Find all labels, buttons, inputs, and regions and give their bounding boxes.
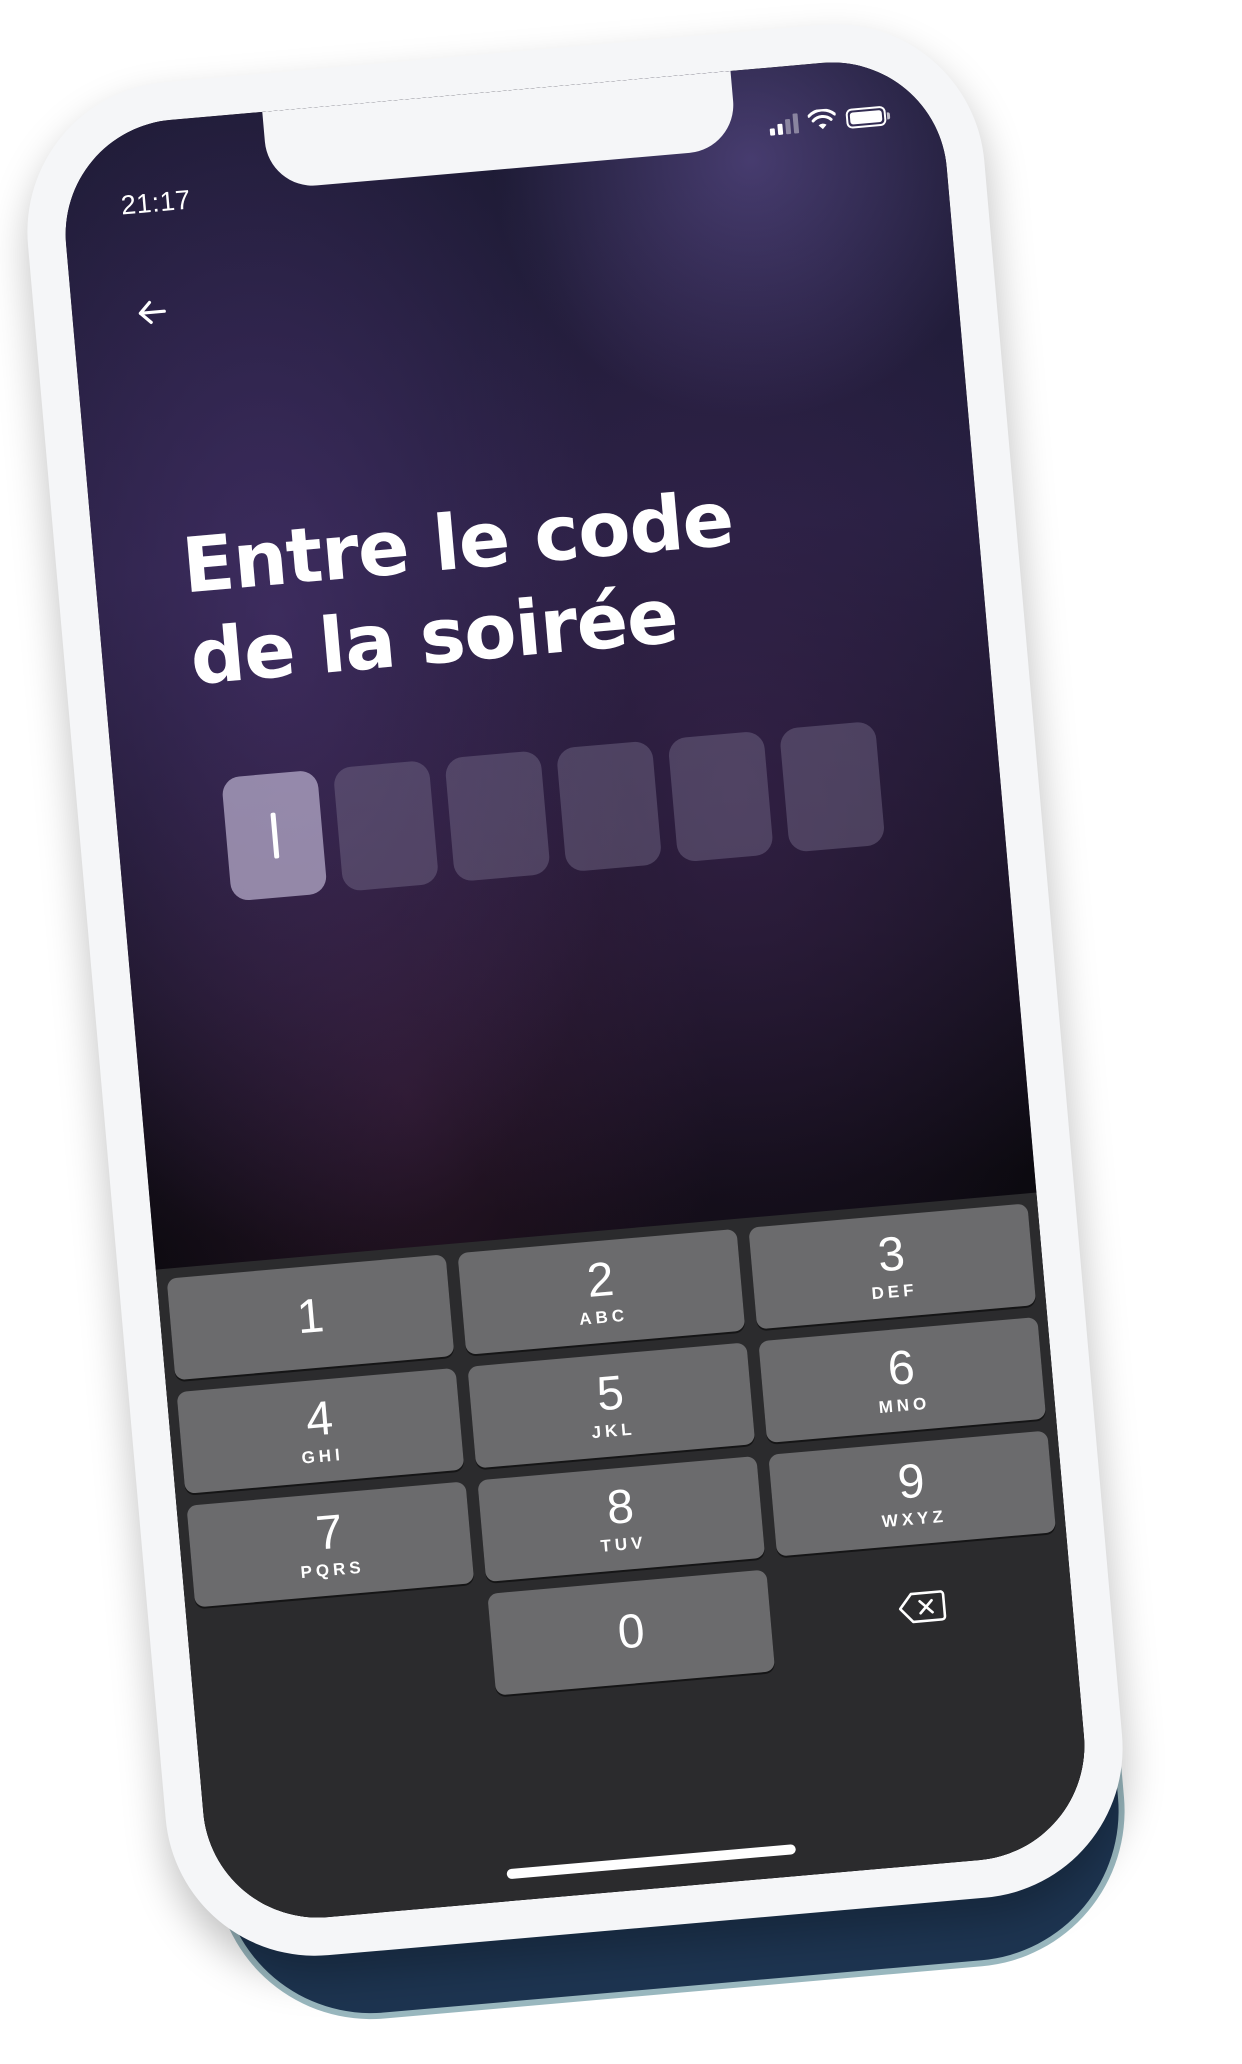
key-empty [196, 1595, 484, 1721]
home-indicator[interactable] [506, 1844, 797, 1880]
arrow-left-icon [138, 300, 166, 324]
key-digit: 4 [303, 1391, 336, 1447]
key-digit: 8 [604, 1479, 636, 1536]
key-letters: PQRS [299, 1557, 366, 1583]
key-1[interactable]: 1 [166, 1254, 455, 1381]
key-2[interactable]: 2 ABC [457, 1228, 746, 1355]
key-digit: 9 [895, 1454, 927, 1510]
numeric-keypad: 1 2 ABC 3 DEF 4 GHI 5 JKL 6 MNO 7 PQRS 8… [155, 1192, 1094, 1928]
key-digit: 5 [594, 1366, 626, 1422]
back-button[interactable] [120, 280, 185, 345]
status-time: 21:17 [119, 184, 193, 221]
phone-screen: 21:17 Entre le code de la soirée 1 2 ABC… [56, 52, 1094, 1928]
key-letters: MNO [877, 1393, 932, 1418]
cellular-signal-icon [768, 111, 800, 136]
backspace-icon [898, 1590, 947, 1624]
key-letters: TUV [599, 1532, 648, 1556]
text-caret [269, 812, 279, 859]
key-digit: 6 [885, 1340, 917, 1397]
key-8[interactable]: 8 TUV [477, 1455, 766, 1582]
key-letters: ABC [578, 1305, 629, 1329]
key-digit: 1 [294, 1289, 327, 1345]
code-digit-box-5[interactable] [667, 730, 774, 863]
stage: 21:17 Entre le code de la soirée 1 2 ABC… [0, 0, 1242, 2064]
delete-key[interactable] [778, 1544, 1066, 1670]
key-letters: WXYZ [881, 1506, 948, 1532]
code-digit-box-6[interactable] [779, 720, 886, 853]
key-digit: 3 [875, 1227, 907, 1283]
code-digit-box-1[interactable] [221, 769, 328, 902]
code-digit-box-2[interactable] [332, 759, 440, 892]
key-letters: JKL [590, 1419, 637, 1443]
code-digit-box-4[interactable] [555, 740, 663, 873]
key-letters: DEF [870, 1280, 919, 1304]
keypad-grid: 1 2 ABC 3 DEF 4 GHI 5 JKL 6 MNO 7 PQRS 8… [166, 1203, 1066, 1721]
key-5[interactable]: 5 JKL [467, 1342, 756, 1469]
key-digit: 7 [313, 1505, 345, 1561]
code-digit-box-3[interactable] [444, 750, 551, 883]
key-3[interactable]: 3 DEF [748, 1203, 1037, 1330]
key-7[interactable]: 7 PQRS [186, 1481, 475, 1608]
key-6[interactable]: 6 MNO [758, 1316, 1047, 1443]
battery-icon [845, 105, 887, 130]
key-9[interactable]: 9 WXYZ [768, 1430, 1057, 1557]
phone-frame: 21:17 Entre le code de la soirée 1 2 ABC… [14, 11, 1136, 1969]
key-digit: 0 [615, 1604, 647, 1660]
key-4[interactable]: 4 GHI [176, 1367, 465, 1494]
key-0[interactable]: 0 [487, 1569, 776, 1696]
key-digit: 2 [584, 1252, 617, 1308]
wifi-icon [807, 108, 837, 130]
key-letters: GHI [300, 1444, 345, 1468]
